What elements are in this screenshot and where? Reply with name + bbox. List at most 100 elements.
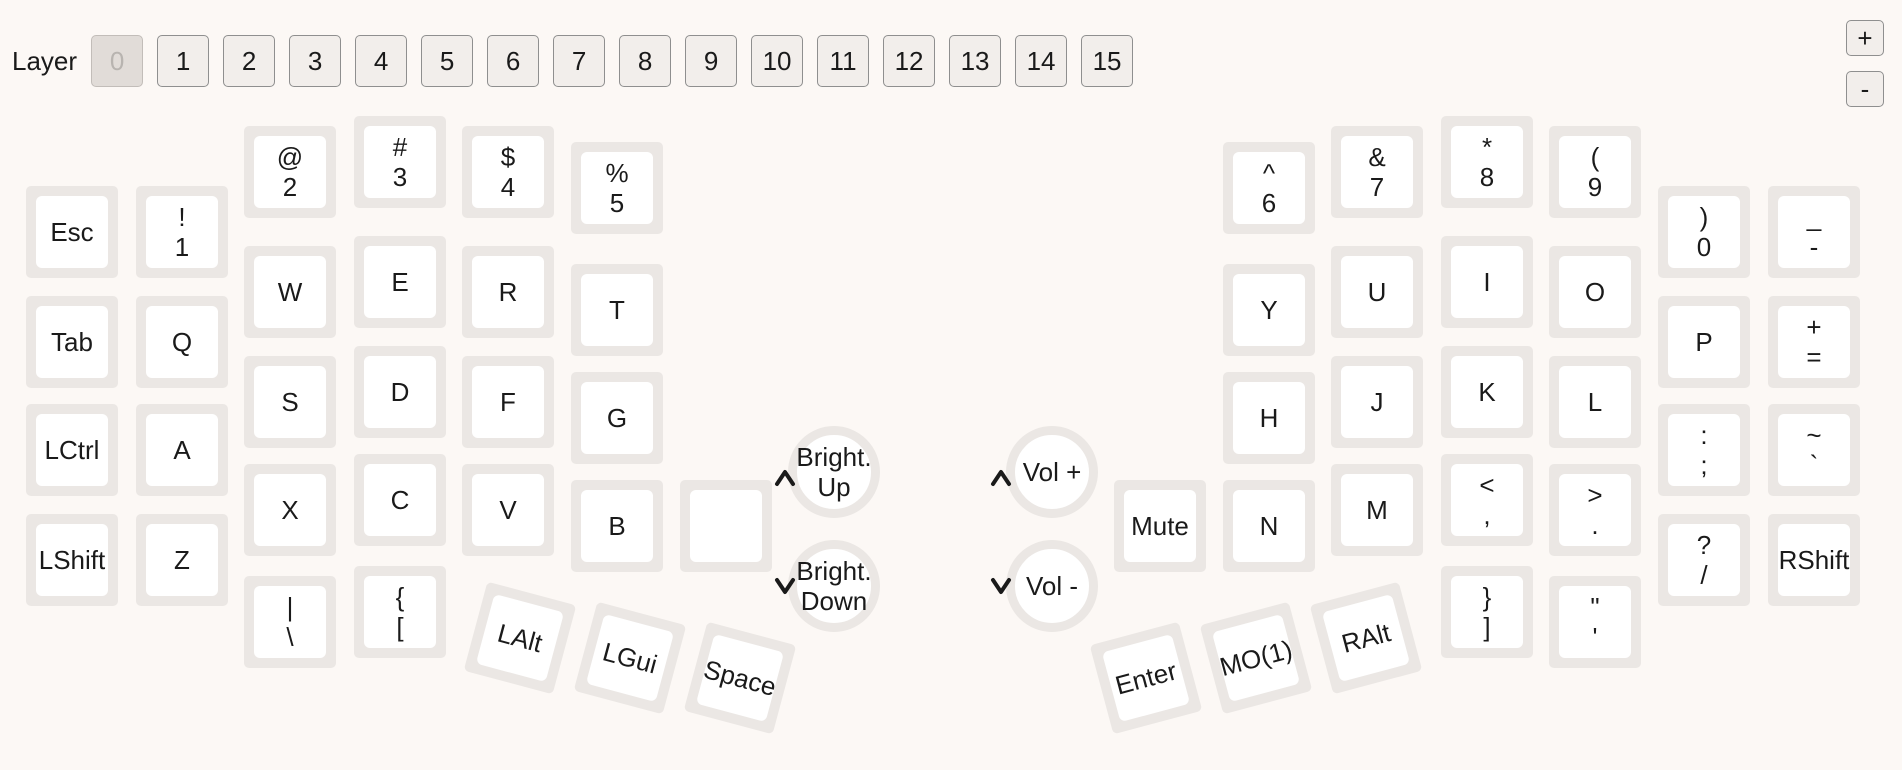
encoder-bright-up[interactable]: Bright. Up [788,426,880,518]
key-legend: K [1478,377,1496,407]
key-t[interactable]: T [571,264,663,356]
keycap: % 5 [581,152,653,224]
key-minus[interactable]: _ - [1768,186,1860,278]
key-legend: Space [700,653,780,703]
key-legend: Y [1260,295,1278,325]
key-8[interactable]: * 8 [1441,116,1533,208]
key-legend: U [1367,277,1387,307]
key-semicolon[interactable]: :; [1658,404,1750,496]
encoder-vol-up[interactable]: Vol + [1006,426,1098,518]
key-4[interactable]: $4 [462,126,554,218]
key-5[interactable]: % 5 [571,142,663,234]
key-w[interactable]: W [244,246,336,338]
key-enter[interactable]: Enter [1089,621,1203,735]
key-legend: Esc [50,217,94,247]
key-legend: 9 [1587,172,1603,202]
key-3[interactable]: #3 [354,116,446,208]
key-legend: 7 [1369,172,1385,202]
key-period[interactable]: >. [1549,464,1641,556]
key-legend: C [390,485,410,515]
key-legend: Tab [51,327,93,357]
key-legend: 8 [1479,162,1495,192]
key-g[interactable]: G [571,372,663,464]
key-h[interactable]: H [1223,372,1315,464]
key-legend: $ [500,142,516,172]
keycap: O [1559,256,1631,328]
key-backslash[interactable]: | \ [244,576,336,668]
key-slash[interactable]: ? / [1658,514,1750,606]
key-comma[interactable]: <, [1441,454,1533,546]
key-o[interactable]: O [1549,246,1641,338]
key-c[interactable]: C [354,454,446,546]
key-lalt[interactable]: LAlt [463,581,577,695]
key-v[interactable]: V [462,464,554,556]
key-f[interactable]: F [462,356,554,448]
key-7[interactable]: & 7 [1331,126,1423,218]
key-x[interactable]: X [244,464,336,556]
encoder-legend: Vol - [1025,571,1079,601]
key-rshift[interactable]: RShift [1768,514,1860,606]
key-0[interactable]: ) 0 [1658,186,1750,278]
key-lgui[interactable]: LGui [573,601,687,715]
keycap: #3 [364,126,436,198]
key-k[interactable]: K [1441,346,1533,438]
chevron-up-icon [772,465,798,491]
keycap: C [364,464,436,536]
key-q[interactable]: Q [136,296,228,388]
keycap: A [146,414,218,486]
key-e[interactable]: E [354,236,446,328]
key-y[interactable]: Y [1223,264,1315,356]
key-legend: ] [1483,612,1491,642]
key-z[interactable]: Z [136,514,228,606]
key-legend: L [1587,387,1603,417]
encoder-legend: Vol + [1022,457,1082,487]
key-blank[interactable] [680,480,772,572]
key-l[interactable]: L [1549,356,1641,448]
key-rbracket[interactable]: }] [1441,566,1533,658]
key-quote[interactable]: " ' [1549,576,1641,668]
keycap: J [1341,366,1413,438]
key-legend: \ [286,622,294,652]
key-j[interactable]: J [1331,356,1423,448]
key-space[interactable]: Space [683,621,797,735]
key-b[interactable]: B [571,480,663,572]
key-legend: 5 [609,188,625,218]
encoder-vol-down[interactable]: Vol - [1006,540,1098,632]
chevron-up-icon [988,465,1014,491]
encoder-bright-down[interactable]: Bright. Down [788,540,880,632]
key-legend: LAlt [494,617,546,659]
key-2[interactable]: @2 [244,126,336,218]
key-p[interactable]: P [1658,296,1750,388]
key-s[interactable]: S [244,356,336,448]
key-legend: @ [276,142,304,172]
key-i[interactable]: I [1441,236,1533,328]
key-grave[interactable]: ~ ` [1768,404,1860,496]
key-ralt[interactable]: RAlt [1309,581,1423,695]
key-m[interactable]: M [1331,464,1423,556]
key-u[interactable]: U [1331,246,1423,338]
key-legend: / [1700,560,1708,590]
key-d[interactable]: D [354,346,446,438]
encoder-legend: Up [817,472,851,502]
key-n[interactable]: N [1223,480,1315,572]
key-9[interactable]: (9 [1549,126,1641,218]
key-lbracket[interactable]: {[ [354,566,446,658]
key-mo1[interactable]: MO(1) [1199,601,1313,715]
key-6[interactable]: ^ 6 [1223,142,1315,234]
key-legend: 3 [392,162,408,192]
key-esc[interactable]: Esc [26,186,118,278]
key-mute[interactable]: Mute [1114,480,1206,572]
key-lshift[interactable]: LShift [26,514,118,606]
key-lctrl[interactable]: LCtrl [26,404,118,496]
keycap: Enter [1101,633,1191,723]
key-legend: 4 [500,172,516,202]
key-a[interactable]: A [136,404,228,496]
key-legend: S [281,387,299,417]
key-1[interactable]: ! 1 [136,186,228,278]
key-legend: R [498,277,518,307]
key-r[interactable]: R [462,246,554,338]
keycap: >. [1559,474,1631,546]
key-equal[interactable]: + = [1768,296,1860,388]
key-tab[interactable]: Tab [26,296,118,388]
keycap: ^ 6 [1233,152,1305,224]
